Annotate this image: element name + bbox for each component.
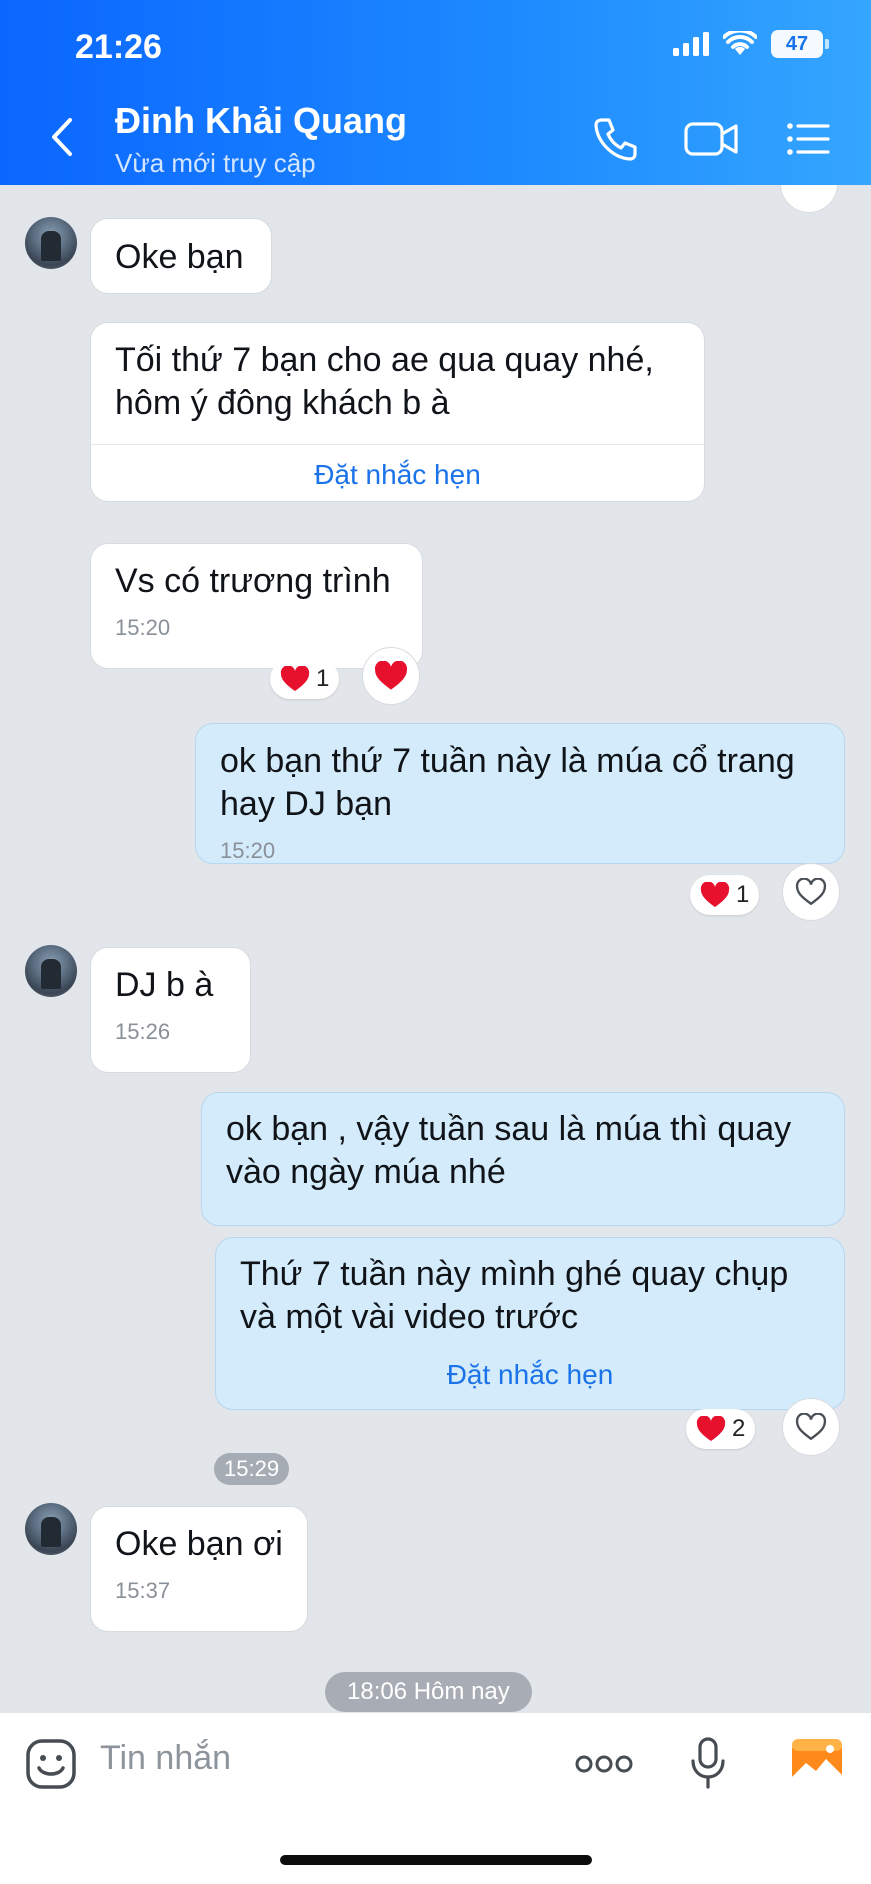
message-input[interactable]: Tin nhắn xyxy=(100,1739,231,1778)
image-button[interactable] xyxy=(790,1735,844,1794)
message-bubble[interactable]: Oke bạn ơi 15:37 xyxy=(90,1506,308,1632)
sticker-button[interactable] xyxy=(24,1737,78,1796)
back-icon xyxy=(52,118,72,156)
message-bubble[interactable]: DJ b à 15:26 xyxy=(90,947,251,1073)
reaction-button[interactable] xyxy=(362,647,420,705)
bubble-divider xyxy=(91,444,704,445)
reaction-count[interactable]: 1 xyxy=(270,659,340,699)
message-time: 15:20 xyxy=(115,615,171,640)
group-time-chip: 15:29 xyxy=(214,1453,290,1485)
image-icon xyxy=(792,1739,842,1785)
heart-outline-icon xyxy=(795,878,827,906)
voice-button[interactable] xyxy=(688,1735,728,1796)
avatar[interactable] xyxy=(25,945,77,997)
reaction-count[interactable]: 2 xyxy=(686,1409,756,1449)
reminder-link[interactable]: Đặt nhắc hẹn xyxy=(216,1350,844,1400)
composer-bar: Tin nhắn xyxy=(0,1713,871,1884)
message-time: 15:26 xyxy=(115,1019,171,1044)
video-call-button[interactable] xyxy=(682,112,742,166)
message-text: Oke bạn xyxy=(115,238,244,276)
reaction-count[interactable]: 1 xyxy=(690,875,760,915)
reaction-count-value: 2 xyxy=(732,1415,746,1442)
reaction-button[interactable] xyxy=(780,185,838,213)
message-text: Tối thứ 7 bạn cho ae qua quay nhé, hôm ý… xyxy=(115,341,654,422)
battery-level: 47 xyxy=(785,32,809,55)
signal-icon xyxy=(673,32,709,56)
message-text: DJ b à xyxy=(115,966,214,1004)
phone-icon xyxy=(594,118,637,161)
message-bubble[interactable]: Tối thứ 7 bạn cho ae qua quay nhé, hôm ý… xyxy=(90,322,705,502)
reaction-count-value: 1 xyxy=(736,881,750,908)
message-bubble[interactable]: Vs có trương trình 15:20 xyxy=(90,543,423,669)
mic-icon xyxy=(691,1737,725,1789)
message-bubble[interactable]: Oke bạn xyxy=(90,218,272,294)
menu-button[interactable] xyxy=(782,112,836,166)
avatar[interactable] xyxy=(25,217,77,269)
message-text: Vs có trương trình xyxy=(115,562,391,600)
message-time: 15:37 xyxy=(115,1578,171,1603)
contact-name[interactable]: Đinh Khải Quang xyxy=(115,100,407,142)
reaction-count-value: 1 xyxy=(316,665,330,692)
message-time: 15:20 xyxy=(220,838,276,863)
day-separator: 18:06 Hôm nay xyxy=(325,1672,532,1712)
avatar[interactable] xyxy=(25,1503,77,1555)
status-time: 21:26 xyxy=(75,28,162,66)
reaction-button[interactable] xyxy=(782,863,840,921)
wifi-icon xyxy=(723,31,757,55)
message-list[interactable]: Oke bạn Tối thứ 7 bạn cho ae qua quay nh… xyxy=(0,185,871,1713)
message-text: ok bạn thứ 7 tuần này là múa cổ trang ha… xyxy=(220,742,795,823)
chat-header: 21:26 47 Đinh Khải Quang Vừa mới truy cậ… xyxy=(0,0,871,185)
more-icon xyxy=(575,1755,633,1773)
message-bubble-me[interactable]: ok bạn thứ 7 tuần này là múa cổ trang ha… xyxy=(195,723,845,864)
message-text: ok bạn , vậy tuần sau là múa thì quay và… xyxy=(226,1110,792,1191)
message-text: Thứ 7 tuần này mình ghé quay chụp và một… xyxy=(240,1255,789,1336)
contact-status: Vừa mới truy cập xyxy=(115,148,316,178)
message-bubble-me[interactable]: Thứ 7 tuần này mình ghé quay chụp và một… xyxy=(215,1237,845,1410)
reminder-link[interactable]: Đặt nhắc hẹn xyxy=(91,450,704,500)
message-text: Oke bạn ơi xyxy=(115,1525,283,1563)
menu-icon xyxy=(787,123,830,155)
message-bubble-me[interactable]: ok bạn , vậy tuần sau là múa thì quay và… xyxy=(201,1092,845,1226)
battery-icon: 47 xyxy=(771,30,829,58)
heart-icon xyxy=(280,666,310,691)
reaction-button[interactable] xyxy=(782,1398,840,1456)
more-button[interactable] xyxy=(574,1749,634,1784)
home-indicator xyxy=(280,1855,592,1865)
sticker-icon xyxy=(26,1739,76,1789)
video-call-icon xyxy=(684,122,738,156)
call-button[interactable] xyxy=(588,112,642,166)
heart-icon xyxy=(696,1416,726,1441)
heart-icon xyxy=(374,661,408,690)
back-button[interactable] xyxy=(42,112,82,162)
heart-icon xyxy=(700,882,730,907)
heart-outline-icon xyxy=(795,1413,827,1441)
status-icons: 47 xyxy=(673,30,829,58)
